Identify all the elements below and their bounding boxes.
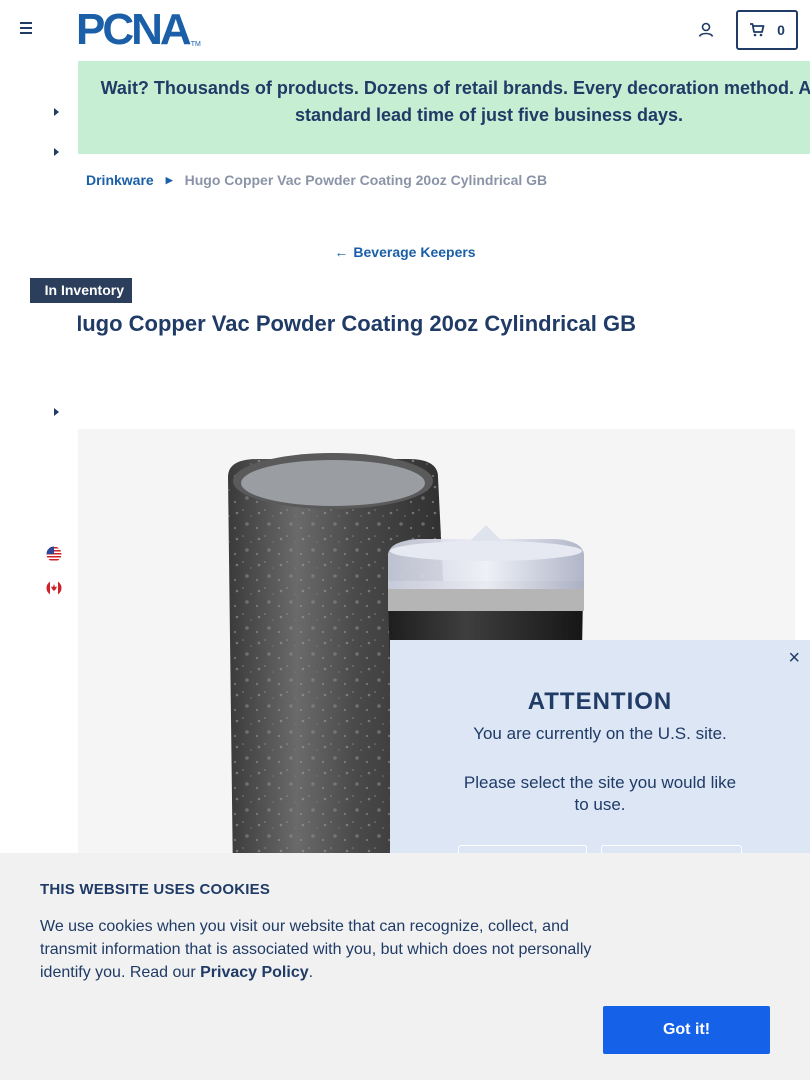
caret-right-icon[interactable]	[53, 107, 61, 117]
logo-text: PCNA	[76, 5, 192, 54]
site-select-modal: × ATTENTION You are currently on the U.S…	[390, 640, 810, 885]
accept-cookies-button[interactable]: Got it!	[603, 1006, 770, 1054]
canada-flag-icon[interactable]	[46, 580, 62, 596]
us-flag-icon[interactable]	[46, 546, 62, 562]
account-icon[interactable]	[697, 21, 715, 39]
site-header: PCNA TM 0	[0, 0, 810, 60]
logo-trademark: TM	[190, 41, 201, 48]
cookie-message: We use cookies when you visit our websit…	[40, 915, 610, 984]
close-icon[interactable]: ×	[788, 648, 800, 668]
arrow-left-icon: ←	[334, 244, 349, 260]
promo-text: Wait? Thousands of products. Dozens of r…	[100, 78, 810, 125]
breadcrumb-current: Hugo Copper Vac Powder Coating 20oz Cyli…	[184, 172, 548, 188]
cart-icon	[750, 23, 765, 37]
cookie-message-text: We use cookies when you visit our websit…	[40, 918, 592, 981]
back-link-label: Beverage Keepers	[353, 244, 476, 260]
promo-banner: Wait? Thousands of products. Dozens of r…	[78, 61, 810, 154]
menu-icon[interactable]	[20, 22, 36, 38]
breadcrumb: Drinkware ▶ Hugo Copper Vac Powder Coati…	[86, 172, 547, 188]
modal-message: You are currently on the U.S. site.	[473, 724, 727, 743]
cookie-message-end: .	[308, 964, 314, 981]
caret-right-icon[interactable]	[53, 147, 61, 157]
product-title: Hugo Copper Vac Powder Coating 20oz Cyli…	[78, 311, 636, 336]
product-title-clip: Hugo Copper Vac Powder Coating 20oz Cyli…	[78, 300, 810, 350]
privacy-policy-link[interactable]: Privacy Policy	[200, 964, 309, 981]
pcna-logo[interactable]: PCNA TM	[76, 5, 201, 54]
page: PCNA TM 0 Wait? Thousands of products. D…	[0, 0, 810, 1080]
cookie-title: THIS WEBSITE USES COOKIES	[40, 881, 271, 898]
cookie-banner: THIS WEBSITE USES COOKIES We use cookies…	[0, 853, 810, 1080]
caret-right-icon[interactable]	[53, 407, 61, 417]
cart-button[interactable]: 0	[736, 10, 798, 50]
back-to-category-link[interactable]: ← Beverage Keepers	[0, 244, 810, 260]
caret-right-icon: ▶	[165, 174, 173, 185]
breadcrumb-drinkware[interactable]: Drinkware	[86, 172, 154, 188]
modal-prompt: Please select the site you would like to…	[463, 773, 737, 814]
modal-title: ATTENTION	[527, 688, 673, 715]
cart-count: 0	[777, 22, 785, 38]
